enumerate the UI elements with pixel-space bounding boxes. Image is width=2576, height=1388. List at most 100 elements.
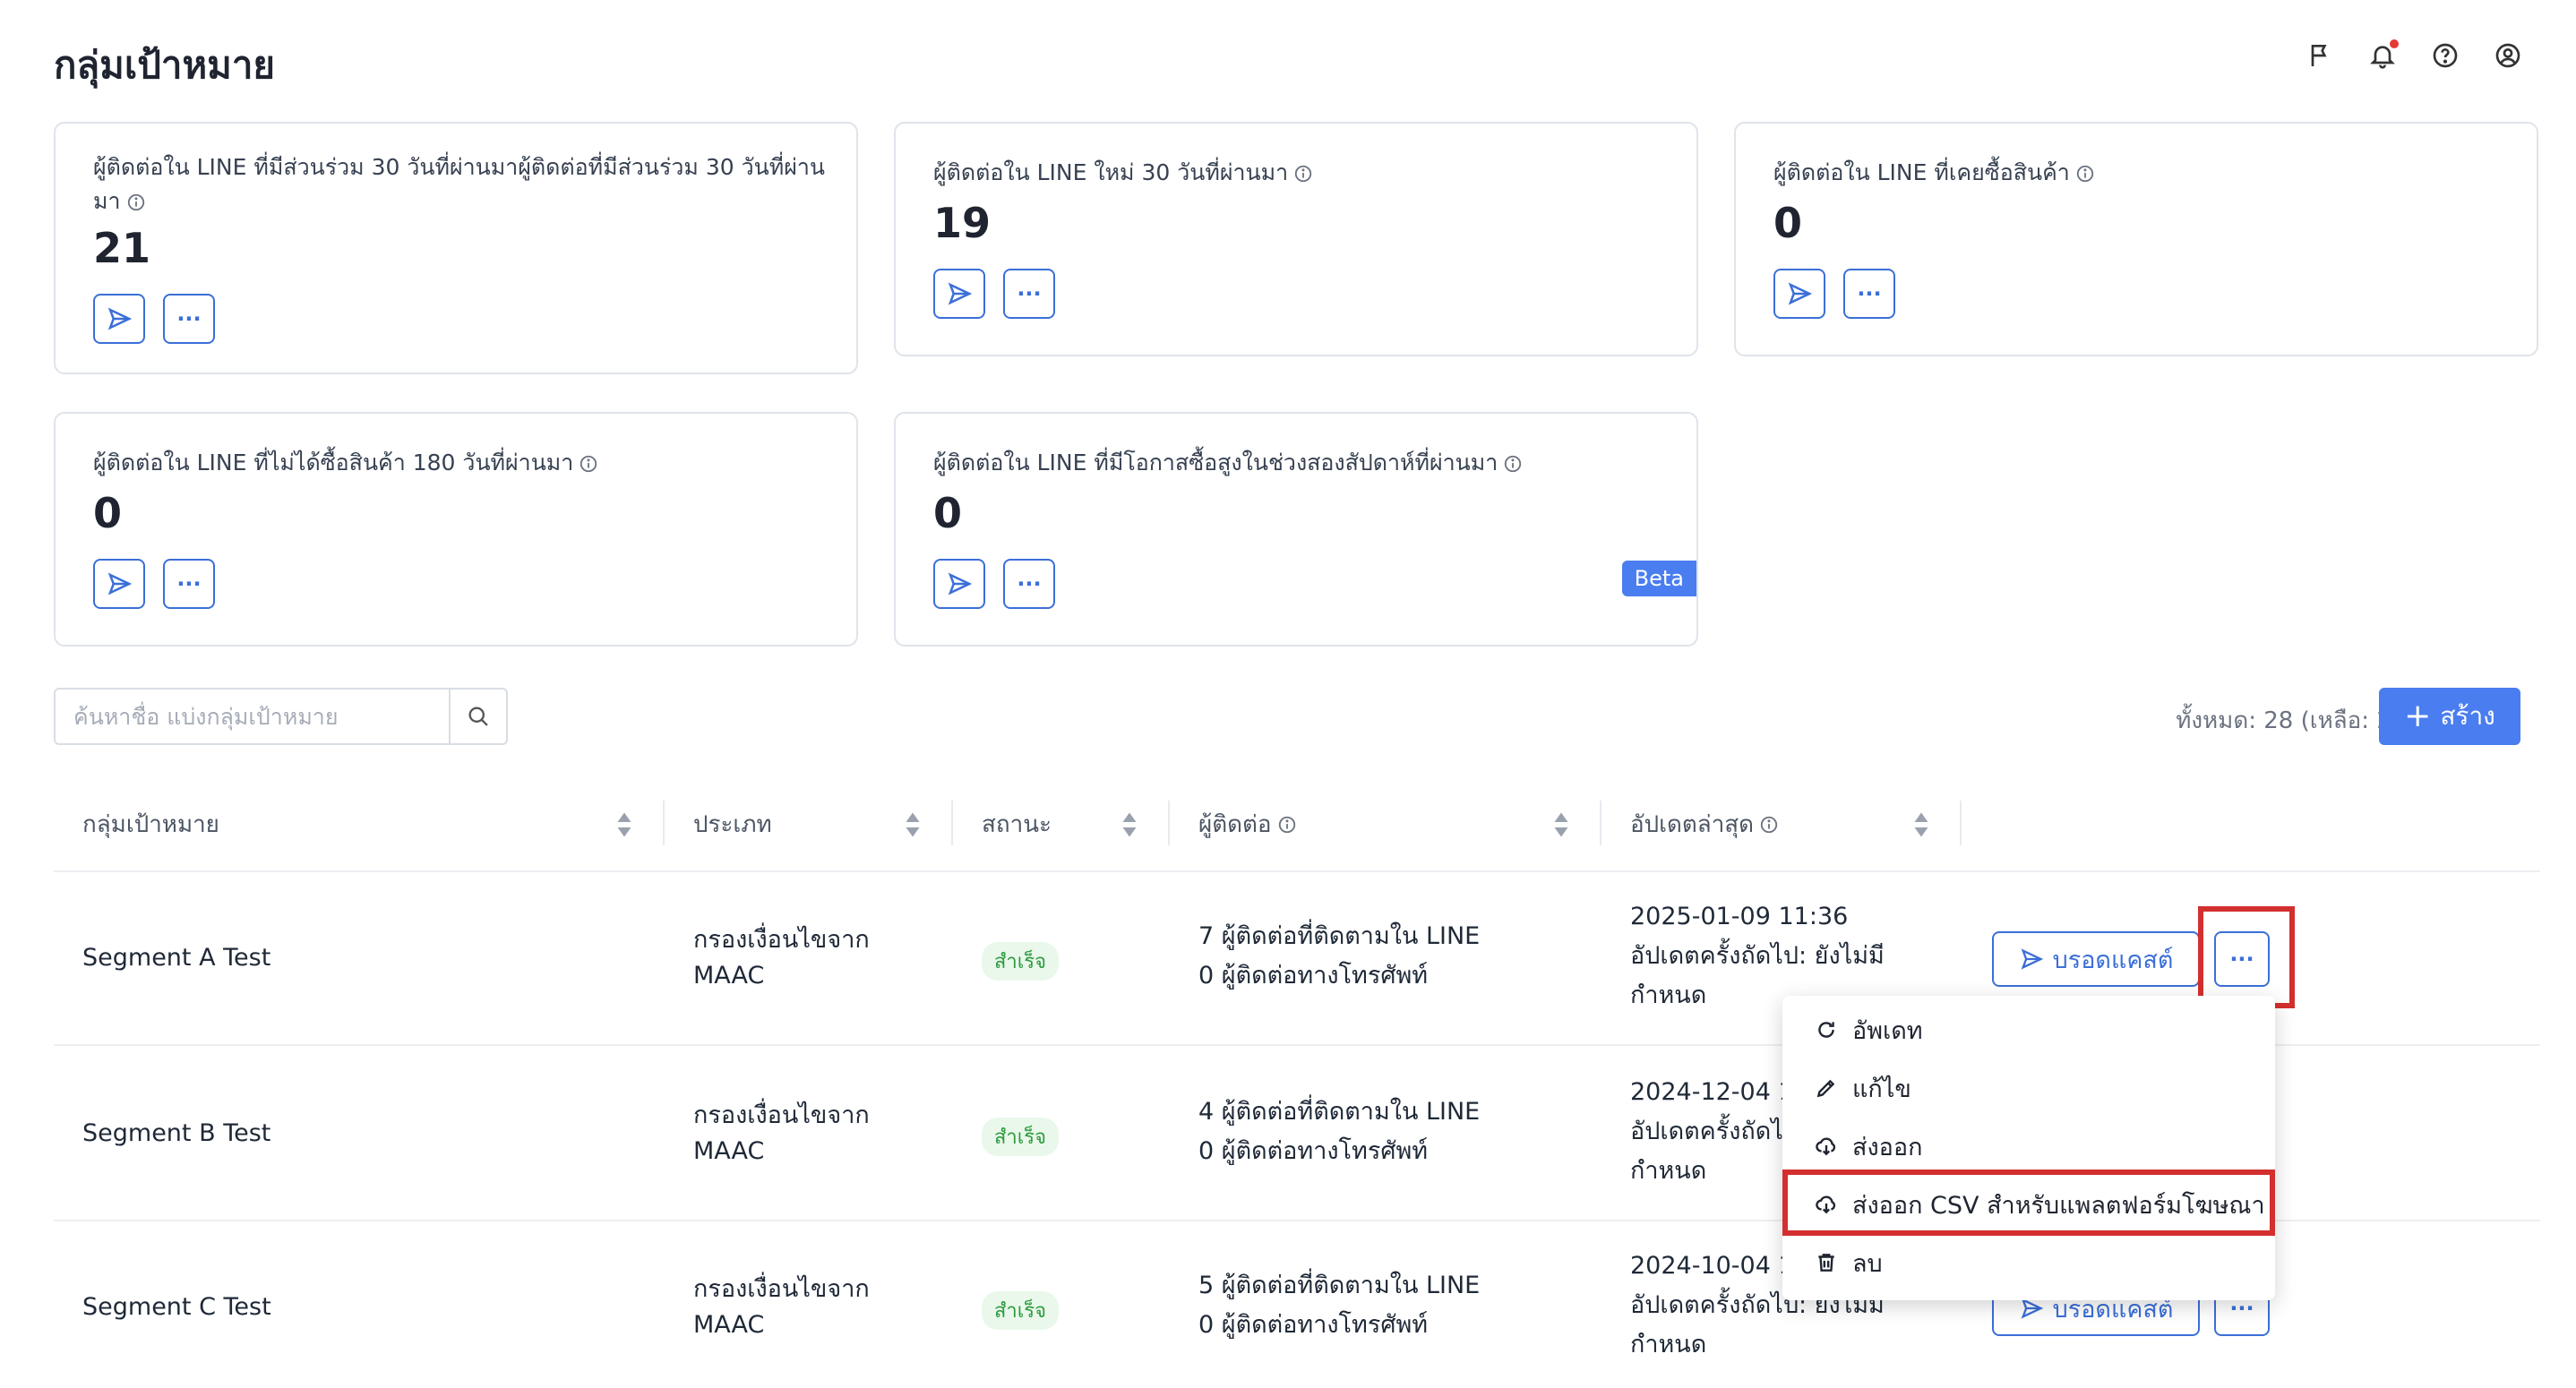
card-value: 21 [93,224,151,272]
card-label: ผู้ติดต่อใน LINE ที่เคยซื้อสินค้า [1773,159,2070,185]
card-label: ผู้ติดต่อใน LINE ที่มีส่วนร่วม 30 วันที่… [93,154,826,214]
total-count: ทั้งหมด: 28 (เหลือ: 2) [2176,707,2400,734]
card-label: ผู้ติดต่อใน LINE ที่ไม่ได้ซื้อสินค้า 180… [93,450,574,476]
next-update: กำหนด [1630,981,1707,1009]
status-badge: สำเร็จ [982,1291,1060,1330]
info-icon[interactable] [126,193,146,212]
send-icon [107,307,133,330]
column-header-contacts[interactable]: ผู้ติดต่อ [1198,806,1272,843]
menu-item-label: แก้ไข [1852,1075,1911,1103]
stat-card-not-purchased: ผู้ติดต่อใน LINE ที่ไม่ได้ซื้อสินค้า 180… [54,412,858,647]
send-button[interactable] [93,559,145,609]
send-button[interactable] [933,269,985,319]
notification-dot [2390,39,2399,48]
more-button[interactable]: ··· [1843,269,1895,319]
stat-card-engaged: ผู้ติดต่อใน LINE ที่มีส่วนร่วม 30 วันที่… [54,122,858,374]
send-button[interactable] [93,294,145,344]
column-divider [663,801,665,845]
send-icon [107,572,133,595]
next-update: กำหนด [1630,1331,1707,1358]
segment-type: MAAC [693,1311,765,1339]
row-divider [54,870,2540,872]
highlight-box [2198,906,2295,1008]
stat-card-high-intent: ผู้ติดต่อใน LINE ที่มีโอกาสซื้อสูงในช่วง… [894,412,1698,647]
next-update: อัปเดตครั้งถัดไป: ยังไม่มี [1630,942,1885,970]
info-icon[interactable] [1759,815,1779,835]
menu-item-update[interactable]: อัพเดท [1782,1003,2275,1057]
page-title: กลุ่มเป้าหมาย [54,43,276,87]
column-divider [1600,801,1601,845]
more-button[interactable]: ··· [163,294,215,344]
info-icon[interactable] [1503,454,1523,474]
segment-type: MAAC [693,1137,765,1165]
sort-icon[interactable] [1553,811,1569,838]
beta-badge: Beta [1621,561,1696,596]
segment-name[interactable]: Segment B Test [82,1116,270,1152]
contacts-line: 5 ผู้ติดต่อที่ติดตามใน LINE [1198,1272,1481,1299]
more-button[interactable]: ··· [163,559,215,609]
sort-icon[interactable] [1913,811,1929,838]
segment-name[interactable]: Segment A Test [82,940,270,976]
contacts-phone: 0 ผู้ติดต่อทางโทรศัพท์ [1198,1311,1429,1339]
info-icon[interactable] [1293,164,1313,184]
status-badge: สำเร็จ [982,1118,1060,1156]
card-label: ผู้ติดต่อใน LINE ใหม่ 30 วันที่ผ่านมา [933,159,1289,185]
column-divider [951,801,953,845]
menu-item-edit[interactable]: แก้ไข [1782,1061,2275,1115]
contacts-phone: 0 ผู้ติดต่อทางโทรศัพท์ [1198,962,1429,990]
highlight-box [1782,1170,2275,1236]
column-header-segment[interactable]: กลุ่มเป้าหมาย [82,806,219,843]
segment-name[interactable]: Segment C Test [82,1289,271,1325]
send-button[interactable] [933,559,985,609]
card-label: ผู้ติดต่อใน LINE ที่มีโอกาสซื้อสูงในช่วง… [933,450,1498,476]
stat-card-new: ผู้ติดต่อใน LINE ใหม่ 30 วันที่ผ่านมา 19… [894,122,1698,356]
send-icon [948,282,973,305]
card-value: 0 [1773,199,1803,247]
column-divider [1168,801,1170,845]
column-header-status[interactable]: สถานะ [982,806,1052,843]
contacts-phone: 0 ผู้ติดต่อทางโทรศัพท์ [1198,1137,1429,1165]
column-header-updated[interactable]: อัปเดตล่าสุด [1630,806,1754,843]
broadcast-button[interactable]: บรอดแคสต์ [1992,931,2200,987]
send-icon [2021,948,2043,970]
more-button[interactable]: ··· [1003,269,1055,319]
bell-icon[interactable] [2368,39,2399,70]
menu-item-label: อัพเดท [1852,1016,1923,1045]
status-badge: สำเร็จ [982,942,1060,981]
create-button-label: สร้าง [2440,701,2495,731]
updated-time: 2025-01-09 11:36 [1630,903,1849,930]
more-button[interactable]: ··· [1003,559,1055,609]
sort-icon[interactable] [1121,811,1138,838]
sort-icon[interactable] [905,811,921,838]
column-header-type[interactable]: ประเภท [693,806,772,843]
send-icon [1788,282,1813,305]
info-icon[interactable] [1277,815,1297,835]
trash-icon [1818,1254,1834,1272]
help-icon[interactable] [2431,41,2460,70]
segment-type: กรองเงื่อนไขจาก [693,1275,870,1303]
broadcast-label: บรอดแคสต์ [2052,946,2174,974]
segment-type: MAAC [693,962,765,990]
menu-item-delete[interactable]: ลบ [1782,1236,2275,1289]
sort-icon[interactable] [616,811,632,838]
search-box [54,688,508,745]
contacts-line: 7 ผู้ติดต่อที่ติดตามใน LINE [1198,922,1481,950]
send-icon [948,572,973,595]
topbar-icons [2306,39,2522,70]
info-icon[interactable] [579,454,598,474]
account-icon[interactable] [2494,41,2522,70]
updated-time: 2024-12-04 1 [1630,1078,1794,1106]
send-button[interactable] [1773,269,1825,319]
create-button[interactable]: + สร้าง [2379,688,2520,745]
search-input[interactable] [56,690,449,743]
plus-icon: + [2404,698,2432,734]
info-icon[interactable] [2075,164,2095,184]
segment-type: กรองเงื่อนไขจาก [693,1101,870,1129]
search-button[interactable] [449,690,506,743]
segment-type: กรองเงื่อนไขจาก [693,926,870,954]
card-value: 0 [93,489,123,537]
pencil-icon [1816,1079,1835,1098]
flag-icon[interactable] [2306,41,2334,70]
menu-item-label: ส่งออก [1852,1133,1923,1161]
menu-item-export[interactable]: ส่งออก [1782,1119,2275,1173]
